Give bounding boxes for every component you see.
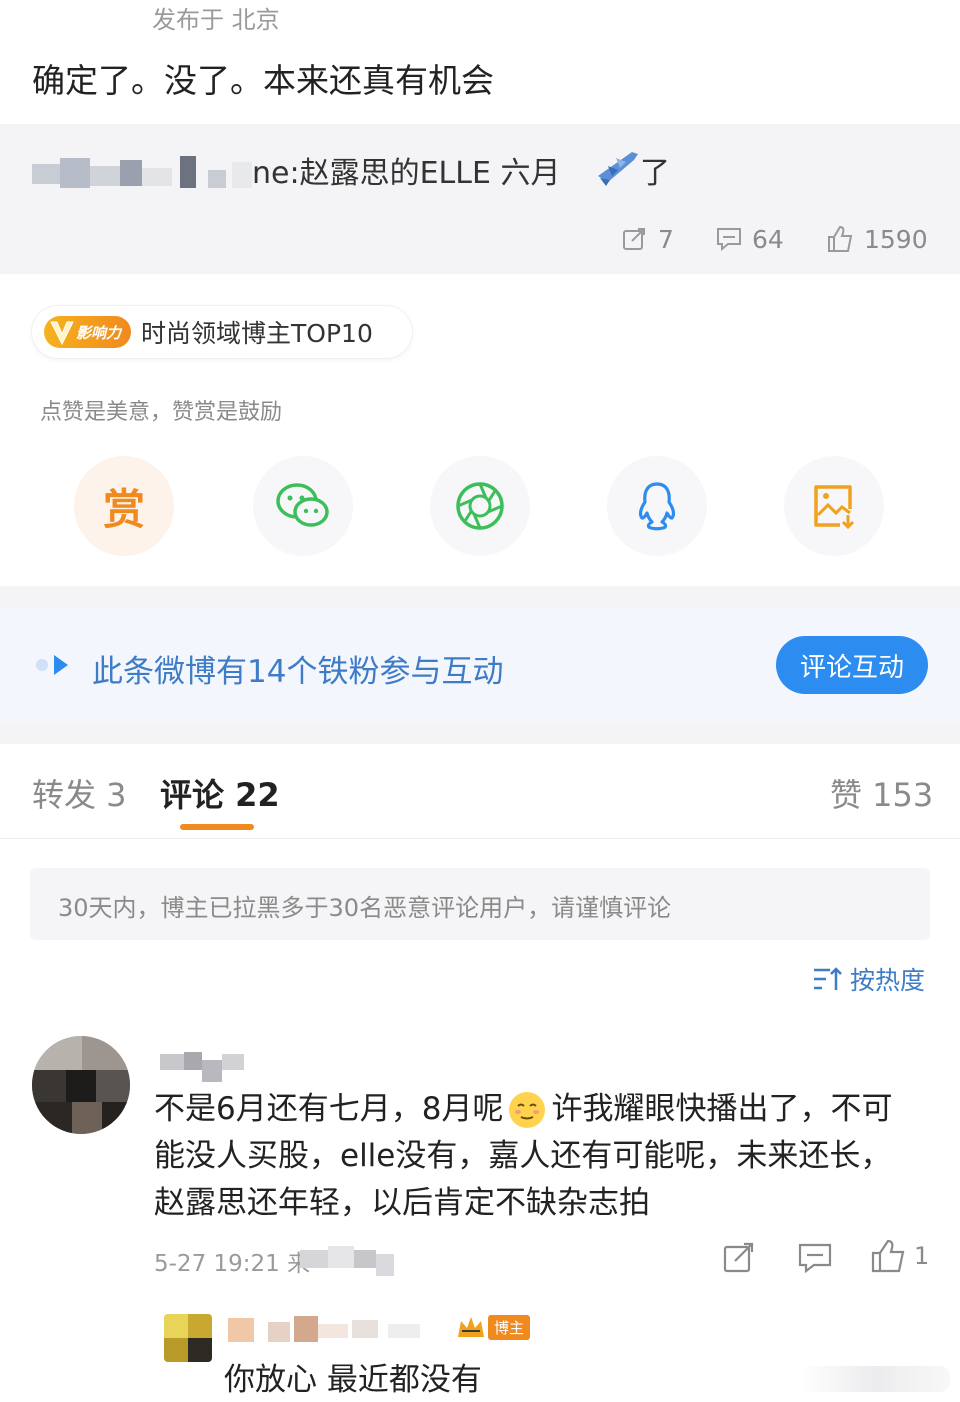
- commenter-avatar[interactable]: [32, 1036, 130, 1134]
- tab-divider: [0, 838, 960, 839]
- reward-caption: 点赞是美意，赞赏是鼓励: [40, 400, 283, 425]
- arrow-icon: [34, 652, 74, 678]
- fans-banner-text: 此条微博有14个铁粉参与互动: [92, 654, 504, 690]
- comment-like-button[interactable]: 1: [870, 1238, 929, 1274]
- moments-icon: [454, 480, 506, 532]
- wechat-icon: [275, 481, 331, 531]
- airplane-emoji-icon: [594, 146, 640, 188]
- save-image-icon: [810, 481, 858, 531]
- comment-icon: [716, 226, 742, 252]
- fans-banner: 此条微博有14个铁粉参与互动 评论互动: [0, 608, 960, 722]
- comment-interact-label: 评论互动: [799, 652, 904, 683]
- comment-body: 不是6月还有七月，8月呢 许我耀眼快播出了，不可 能没人买股，elle没有，嘉人…: [154, 1086, 934, 1227]
- quoted-post[interactable]: ne:赵露思的ELLE 六月 了 7 64 1590: [0, 124, 960, 274]
- reply-avatar[interactable]: [164, 1314, 212, 1362]
- section-divider: [0, 586, 960, 608]
- comment-like-count: 1: [914, 1242, 930, 1270]
- quote-repost-stat[interactable]: 7: [622, 222, 674, 256]
- tab-comment[interactable]: 评论 22: [160, 770, 280, 816]
- save-image-button[interactable]: [784, 456, 884, 556]
- author-badge-label: 博主: [488, 1314, 531, 1340]
- tab-active-indicator: [180, 824, 254, 830]
- tab-like[interactable]: 赞 153: [830, 770, 933, 816]
- influence-tag: 影响力: [76, 323, 122, 342]
- repost-count: 7: [658, 224, 674, 254]
- shy-face-emoji-icon: [507, 1090, 547, 1130]
- thumbs-up-icon: [826, 225, 854, 253]
- blurred-commenter-name: [160, 1052, 250, 1084]
- comment-icon: [798, 1242, 832, 1274]
- quote-like-stat[interactable]: 1590: [826, 222, 928, 256]
- post-text: 确定了。没了。本来还真有机会: [32, 61, 494, 100]
- repost-icon: [722, 1240, 756, 1274]
- post-location: 发布于 北京: [152, 6, 280, 34]
- v-influence-icon: 影响力: [44, 316, 132, 348]
- comment-interact-button[interactable]: 评论互动: [776, 636, 928, 694]
- comment-line-1b: 许我耀眼快播出了，不可: [551, 1091, 893, 1127]
- sort-by-hot-button[interactable]: 按热度: [812, 962, 925, 996]
- qq-icon: [634, 480, 680, 532]
- reward-icon: 赏: [102, 484, 145, 534]
- section-divider-2: [0, 722, 960, 744]
- comment-line-2: 能没人买股，elle没有，嘉人还有可能呢，未来还长，: [154, 1138, 892, 1174]
- quoted-text: ne:赵露思的ELLE 六月: [252, 156, 561, 191]
- sort-label: 按热度: [850, 966, 926, 995]
- blurred-reply-edge: [800, 1366, 950, 1392]
- crown-icon: [456, 1313, 486, 1341]
- influence-badge[interactable]: 影响力 时尚领域博主TOP10: [32, 306, 412, 358]
- blurred-reply-name: [228, 1314, 448, 1348]
- reply-text: 你放心 最近都没有: [224, 1362, 482, 1398]
- blurred-username: [32, 154, 262, 194]
- blacklist-notice-text: 30天内，博主已拉黑多于30名恶意评论用户，请谨慎评论: [58, 894, 672, 922]
- comment-count: 64: [752, 224, 784, 254]
- repost-icon: [622, 226, 648, 252]
- comment-line-1a: 不是6月还有七月，8月呢: [154, 1091, 504, 1127]
- sort-icon: [812, 965, 842, 993]
- like-count: 1590: [864, 224, 928, 254]
- share-wechat-button[interactable]: [253, 456, 353, 556]
- comment-repost-button[interactable]: [722, 1240, 756, 1274]
- influence-label: 时尚领域博主TOP10: [141, 319, 373, 348]
- reward-button[interactable]: 赏: [74, 456, 174, 556]
- share-qq-button[interactable]: [607, 456, 707, 556]
- share-moments-button[interactable]: [430, 456, 530, 556]
- comment-timestamp: 5-27 19:21 来: [154, 1251, 311, 1277]
- author-badge: 博主: [456, 1312, 531, 1342]
- quote-comment-stat[interactable]: 64: [716, 222, 784, 256]
- blurred-source: [300, 1244, 396, 1282]
- tab-repost[interactable]: 转发 3: [32, 770, 127, 816]
- thumbs-up-icon: [870, 1238, 906, 1274]
- quoted-text-end: 了: [640, 156, 670, 191]
- blacklist-notice: 30天内，博主已拉黑多于30名恶意评论用户，请谨慎评论: [30, 868, 930, 940]
- comment-line-3: 赵露思还年轻，以后肯定不缺杂志拍: [154, 1185, 650, 1221]
- comment-reply-button[interactable]: [798, 1242, 832, 1274]
